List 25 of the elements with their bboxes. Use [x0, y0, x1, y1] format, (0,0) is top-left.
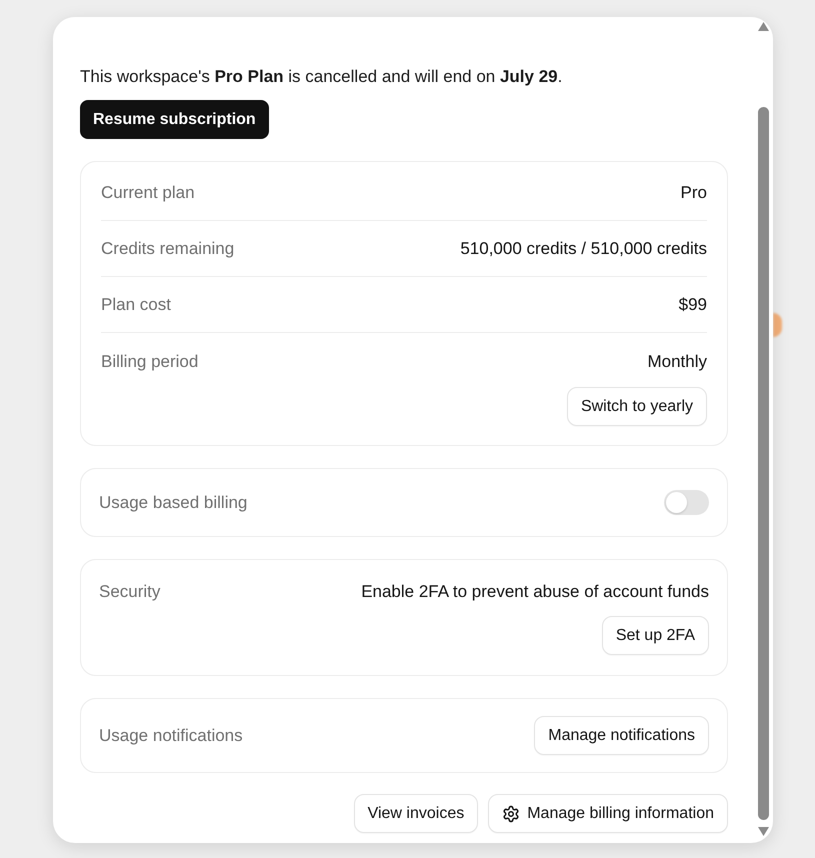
plan-row-value: Pro: [680, 182, 707, 204]
resume-subscription-button[interactable]: Resume subscription: [80, 100, 269, 139]
plan-row-label: Current plan: [101, 182, 195, 204]
plan-row-value: $99: [678, 294, 707, 316]
settings-icon: [502, 804, 520, 822]
security-label: Security: [99, 581, 160, 604]
scroll-up-arrow-icon[interactable]: [758, 22, 768, 31]
scrollbar-thumb[interactable]: [758, 107, 768, 820]
scroll-down-arrow-icon[interactable]: [758, 827, 768, 836]
billing-settings-button[interactable]: Manage billing information: [488, 794, 728, 833]
manage-notifications-button[interactable]: Manage notifications: [534, 716, 709, 755]
set-up-2fa-button[interactable]: Set up 2FA: [602, 616, 709, 655]
plan-row-label: Billing period: [101, 351, 198, 374]
toggle-switch[interactable]: [664, 490, 709, 515]
security-message: Enable 2FA to prevent abuse of account funds: [361, 581, 709, 604]
blurred-dot-drawing: [773, 313, 782, 337]
cancellation-notice: This workspace's Pro Plan is cancelled and will end on July 29.: [80, 66, 564, 88]
usage-billing-label: Usage based billing: [99, 492, 248, 514]
footer-button[interactable]: View invoices: [354, 794, 478, 833]
plan-row-label: Credits remaining: [101, 238, 234, 260]
plan-row-label: Plan cost: [101, 294, 171, 316]
switch-to-yearly-button[interactable]: Switch to yearly: [566, 387, 707, 426]
plan-row-value: Monthly: [647, 351, 707, 374]
plan-row-value: 510,000 credits / 510,000 credits: [460, 238, 707, 260]
notifications-label: Usage notifications: [99, 724, 243, 747]
